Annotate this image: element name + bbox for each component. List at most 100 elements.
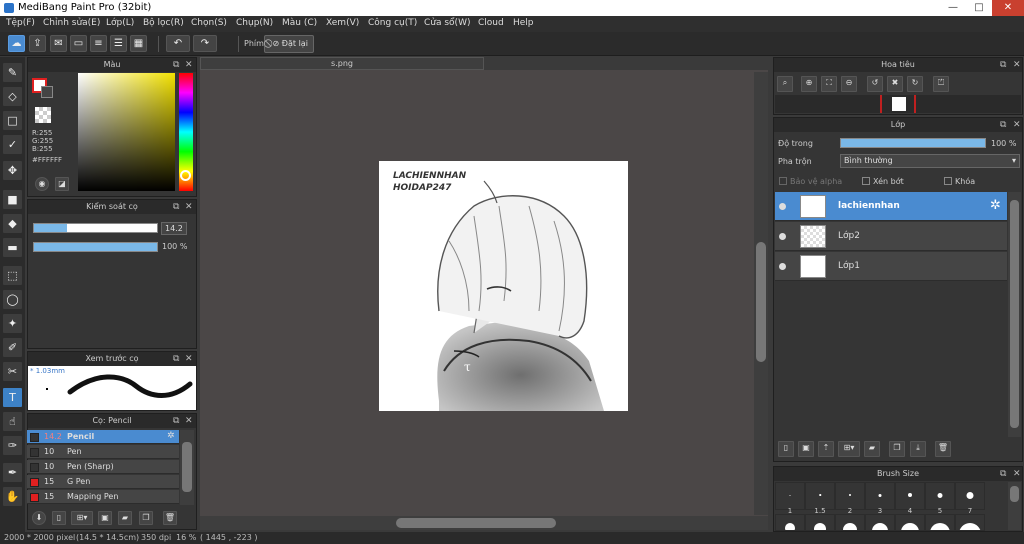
brush-size-slider[interactable] (33, 223, 158, 233)
list-icon[interactable]: ☰ (110, 35, 127, 52)
clipping-checkbox[interactable]: Xén bớt (862, 177, 904, 186)
brush-opacity-slider[interactable] (33, 242, 158, 252)
menu-view[interactable]: Xem(V) (326, 18, 359, 28)
grid-icon[interactable]: ▦ (130, 35, 147, 52)
secondary-color-swatch[interactable] (41, 86, 53, 98)
undo-icon[interactable]: ↶ (166, 35, 190, 52)
share-icon[interactable]: ⇪ (29, 35, 46, 52)
scroll-thumb[interactable] (182, 442, 192, 492)
lasso-tool-icon[interactable]: ◯ (3, 290, 22, 309)
navigator-preview[interactable] (775, 95, 1021, 113)
bucket-tool-icon[interactable]: ◆ (3, 214, 22, 233)
scroll-thumb[interactable] (756, 242, 766, 362)
folder-icon[interactable]: ▰ (118, 511, 132, 525)
new-layer-icon[interactable]: ▯ (778, 441, 794, 457)
flip-icon[interactable]: ✖ (887, 76, 903, 92)
brush-size-preset[interactable] (955, 514, 985, 531)
merge-down-icon[interactable]: ⤓ (910, 441, 926, 457)
rotate-right-icon[interactable]: ↻ (907, 76, 923, 92)
fill-shape-tool-icon[interactable]: ■ (3, 190, 22, 209)
brush-tool-icon[interactable]: ✎ (3, 63, 22, 82)
document-icon[interactable]: ≡ (90, 35, 107, 52)
delete-brush-icon[interactable]: 🗑 (163, 511, 177, 525)
scroll-thumb[interactable] (1010, 486, 1019, 502)
new-brush-icon[interactable]: ▯ (52, 511, 66, 525)
brush-settings-icon[interactable]: ▣ (98, 511, 112, 525)
layer-list-scrollbar[interactable] (1008, 192, 1021, 437)
undock-icon[interactable]: ⧉ (1000, 118, 1006, 132)
cloud-icon[interactable]: ☁ (8, 35, 25, 52)
duplicate-layer-icon[interactable]: ❐ (889, 441, 905, 457)
layer-row-lachiennhan[interactable]: lachiennhan ✲ (775, 192, 1007, 221)
add-brush-dropdown-icon[interactable]: ⊞▾ (71, 511, 93, 525)
fit-window-icon[interactable]: ⛶ (821, 76, 837, 92)
delete-layer-icon[interactable]: 🗑 (935, 441, 951, 457)
redo-icon[interactable]: ↷ (193, 35, 217, 52)
text-tool-icon[interactable]: T (3, 388, 22, 407)
brush-size-preset[interactable] (925, 514, 955, 531)
undock-icon[interactable]: ⧉ (1000, 58, 1006, 72)
operation-tool-icon[interactable]: ☝ (3, 412, 22, 431)
close-panel-icon[interactable]: ✕ (1013, 118, 1021, 132)
undock-icon[interactable]: ⧉ (173, 414, 179, 428)
brush-size-value[interactable]: 14.2 (161, 222, 187, 235)
reset-rotation-icon[interactable]: ⏍ (933, 76, 949, 92)
layer-row-lop2[interactable]: Lớp2 (775, 222, 1007, 251)
brush-size-preset[interactable]: 5 (925, 482, 955, 515)
palette-icon[interactable]: ◉ (35, 177, 49, 191)
menu-capture[interactable]: Chụp(N) (236, 18, 273, 28)
saturation-value-picker[interactable] (78, 73, 175, 191)
add-layer-dropdown-icon[interactable]: ⊞▾ (838, 441, 860, 457)
magic-wand-icon[interactable]: ✦ (3, 314, 22, 333)
new-8bit-layer-icon[interactable]: ⇡ (818, 441, 834, 457)
brush-size-preset[interactable]: 2 (835, 482, 865, 515)
close-button[interactable]: ✕ (992, 0, 1024, 16)
menu-tools[interactable]: Công cụ(T) (368, 18, 417, 28)
select-tool-icon[interactable]: ⬚ (3, 266, 22, 285)
menu-edit[interactable]: Chỉnh sửa(E) (43, 18, 100, 28)
visibility-icon[interactable] (779, 233, 786, 240)
close-panel-icon[interactable]: ✕ (185, 58, 193, 72)
protect-alpha-checkbox[interactable]: Bảo vệ alpha (779, 177, 842, 186)
menu-color[interactable]: Màu (C) (282, 18, 317, 28)
canvas-vertical-scrollbar[interactable] (754, 72, 768, 515)
folder-icon[interactable]: ▰ (864, 441, 880, 457)
brush-size-preset[interactable]: 4 (895, 482, 925, 515)
rotate-left-icon[interactable]: ↺ (867, 76, 883, 92)
zoom-in-icon[interactable]: ⊕ (801, 76, 817, 92)
brush-size-preset[interactable] (775, 514, 805, 531)
menu-filter[interactable]: Bộ lọc(R) (143, 18, 184, 28)
minimize-button[interactable]: — (940, 0, 966, 16)
maximize-button[interactable]: □ (966, 0, 992, 16)
eyedropper-tool-icon[interactable]: ✑ (3, 436, 22, 455)
hand-pen-icon[interactable]: ✒ (3, 463, 22, 482)
dot-tool-icon[interactable]: ✓ (3, 135, 22, 154)
brush-size-preset[interactable] (835, 514, 865, 531)
brush-item-pen[interactable]: 10 Pen (27, 445, 179, 459)
scroll-thumb[interactable] (1010, 200, 1019, 428)
hue-slider-knob[interactable] (180, 170, 191, 181)
hand-tool-icon[interactable]: ✋ (3, 487, 22, 506)
close-panel-icon[interactable]: ✕ (185, 414, 193, 428)
close-panel-icon[interactable]: ✕ (185, 352, 193, 366)
undock-icon[interactable]: ⧉ (1000, 467, 1006, 481)
brush-item-mapping-pen[interactable]: 15 Mapping Pen (27, 490, 179, 504)
navigator-viewport-frame[interactable] (880, 95, 916, 113)
brush-item-pencil[interactable]: 14.2 Pencil ✲ (27, 430, 179, 444)
gradient-tool-icon[interactable]: ▬ (3, 238, 22, 257)
menu-help[interactable]: Help (513, 18, 534, 28)
color-history-icon[interactable]: ◪ (55, 177, 69, 191)
canvas-paper[interactable]: LACHIENNHAN HOIDAP247 τ (379, 161, 628, 411)
close-panel-icon[interactable]: ✕ (185, 200, 193, 214)
undock-icon[interactable]: ⧉ (173, 200, 179, 214)
layer-row-lop1[interactable]: Lớp1 (775, 252, 1007, 281)
brush-size-preset[interactable]: 1.5 (805, 482, 835, 515)
brush-item-pen-sharp[interactable]: 10 Pen (Sharp) (27, 460, 179, 474)
menu-layer[interactable]: Lớp(L) (106, 18, 134, 28)
select-pen-icon[interactable]: ✐ (3, 338, 22, 357)
zoom-out-icon[interactable]: ⊖ (841, 76, 857, 92)
move-tool-icon[interactable]: ✥ (3, 161, 22, 180)
transparent-color-swatch[interactable] (35, 107, 51, 123)
undock-icon[interactable]: ⧉ (173, 352, 179, 366)
rectangle-tool-icon[interactable]: □ (3, 111, 22, 130)
